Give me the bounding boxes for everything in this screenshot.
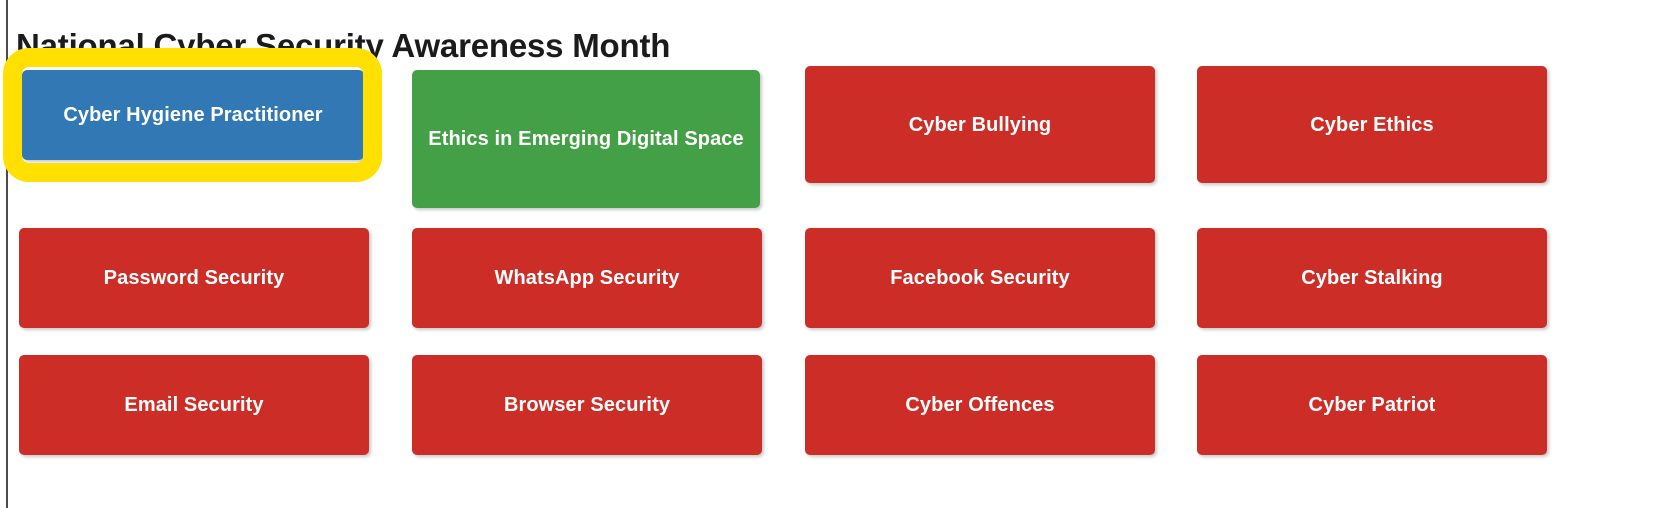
course-card[interactable]: Ethics in Emerging Digital Space [412, 70, 760, 208]
course-card[interactable]: WhatsApp Security [412, 228, 762, 328]
course-card-label: Cyber Ethics [1310, 113, 1434, 136]
course-card-label: Ethics in Emerging Digital Space [428, 128, 744, 150]
course-card[interactable]: Password Security [19, 228, 369, 328]
course-card-label: WhatsApp Security [494, 267, 680, 289]
course-card-label: Cyber Stalking [1301, 267, 1443, 289]
course-card-label: Facebook Security [890, 267, 1070, 289]
course-card[interactable]: Cyber Patriot [1197, 355, 1547, 455]
course-card-label: Password Security [103, 267, 285, 289]
course-card-grid: Cyber Hygiene Practitioner Ethics in Emer… [0, 0, 1659, 508]
course-card[interactable]: Browser Security [412, 355, 762, 455]
course-card-label: Cyber Hygiene Practitioner [63, 104, 323, 126]
course-card-label: Browser Security [503, 394, 671, 416]
page-root: National Cyber Security Awareness Month … [0, 0, 1659, 508]
course-card[interactable]: Cyber Stalking [1197, 228, 1547, 328]
course-card-label: Cyber Offences [905, 394, 1055, 416]
course-card[interactable]: Email Security [19, 355, 369, 455]
course-card[interactable]: Cyber Hygiene Practitioner [22, 70, 364, 160]
course-card-label: Cyber Patriot [1308, 394, 1436, 416]
course-card[interactable]: Facebook Security [805, 228, 1155, 328]
course-card[interactable]: Cyber Ethics [1197, 66, 1547, 183]
course-card-label: Cyber Bullying [908, 113, 1052, 136]
course-card-label: Email Security [124, 394, 264, 416]
course-card[interactable]: Cyber Offences [805, 355, 1155, 455]
course-card[interactable]: Cyber Bullying [805, 66, 1155, 183]
